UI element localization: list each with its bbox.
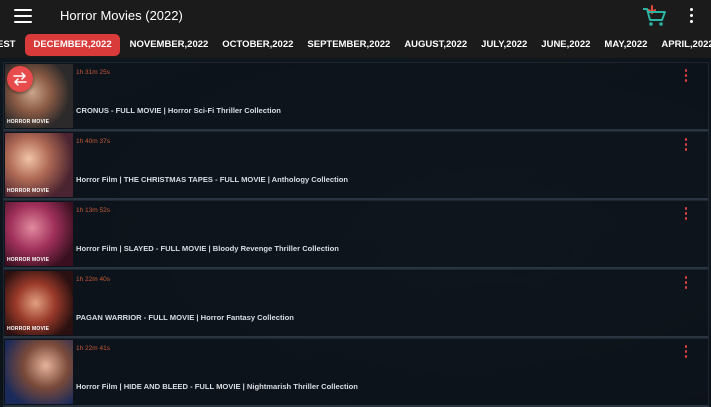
video-thumbnail: HORROR MOVIE <box>5 271 73 335</box>
video-list-item[interactable]: HORROR MOVIE 1h 22m 40s PAGAN WARRIOR - FU… <box>3 269 709 338</box>
video-list-item[interactable]: HORROR MOVIE 1h 31m 25s CRONUS - FULL MOVI… <box>3 62 709 131</box>
tab-july-2022[interactable]: JULY,2022 <box>474 34 534 56</box>
video-thumbnail: HORROR MOVIE <box>5 133 73 197</box>
more-vert-icon[interactable] <box>688 8 694 24</box>
more-vert-icon[interactable] <box>683 345 689 361</box>
video-list-item[interactable]: HORROR MOVIE 1h 40m 37s Horror Film | THE … <box>3 131 709 200</box>
video-title: Horror Film | HIDE AND BLEED - FULL MOVI… <box>76 382 358 391</box>
video-title: CRONUS - FULL MOVIE | Horror Sci-Fi Thri… <box>76 106 281 115</box>
video-duration: 1h 40m 37s <box>76 138 110 145</box>
hamburger-menu-icon[interactable] <box>14 9 32 23</box>
video-title: PAGAN WARRIOR - FULL MOVIE | Horror Fant… <box>76 313 294 322</box>
more-vert-icon[interactable] <box>683 138 689 154</box>
video-list-item[interactable]: HORROR MOVIE 1h 13m 52s Horror Film | SLAY… <box>3 200 709 269</box>
page-title: Horror Movies (2022) <box>60 8 183 23</box>
tab-december-2022[interactable]: DECEMBER,2022 <box>25 34 120 56</box>
more-vert-icon[interactable] <box>683 69 689 85</box>
video-list-item[interactable]: 1h 22m 41s Horror Film | HIDE AND BLEED -… <box>3 338 709 407</box>
video-duration: 1h 13m 52s <box>76 207 110 214</box>
share-button[interactable] <box>7 66 33 92</box>
video-title: Horror Film | SLAYED - FULL MOVIE | Bloo… <box>76 244 339 253</box>
tab-april-2022[interactable]: APRIL,2022 <box>654 34 711 56</box>
video-thumbnail: HORROR MOVIE <box>5 202 73 266</box>
app-bar: Horror Movies (2022) <box>0 0 711 32</box>
swap-arrows-icon <box>13 72 27 86</box>
more-vert-icon[interactable] <box>683 276 689 292</box>
tab-september-2022[interactable]: SEPTEMBER,2022 <box>300 34 397 56</box>
shopping-cart-icon[interactable] <box>641 4 667 28</box>
tab-november-2022[interactable]: NOVEMBER,2022 <box>123 34 216 56</box>
video-thumbnail <box>5 340 73 404</box>
video-title: Horror Film | THE CHRISTMAS TAPES - FULL… <box>76 175 348 184</box>
more-vert-icon[interactable] <box>683 207 689 223</box>
video-duration: 1h 22m 40s <box>76 276 110 283</box>
month-tab-bar: EST DECEMBER,2022 NOVEMBER,2022 OCTOBER,202… <box>0 32 711 58</box>
thumbnail-tag: HORROR MOVIE <box>7 188 50 194</box>
tab-partial-start[interactable]: EST <box>0 34 22 56</box>
tab-october-2022[interactable]: OCTOBER,2022 <box>215 34 300 56</box>
tab-august-2022[interactable]: AUGUST,2022 <box>397 34 474 56</box>
video-duration: 1h 31m 25s <box>76 69 110 76</box>
thumbnail-tag: HORROR MOVIE <box>7 257 50 263</box>
thumbnail-tag: HORROR MOVIE <box>7 326 50 332</box>
video-duration: 1h 22m 41s <box>76 345 110 352</box>
thumbnail-tag: HORROR MOVIE <box>7 119 50 125</box>
tab-june-2022[interactable]: JUNE,2022 <box>534 34 597 56</box>
tab-may-2022[interactable]: MAY,2022 <box>597 34 654 56</box>
